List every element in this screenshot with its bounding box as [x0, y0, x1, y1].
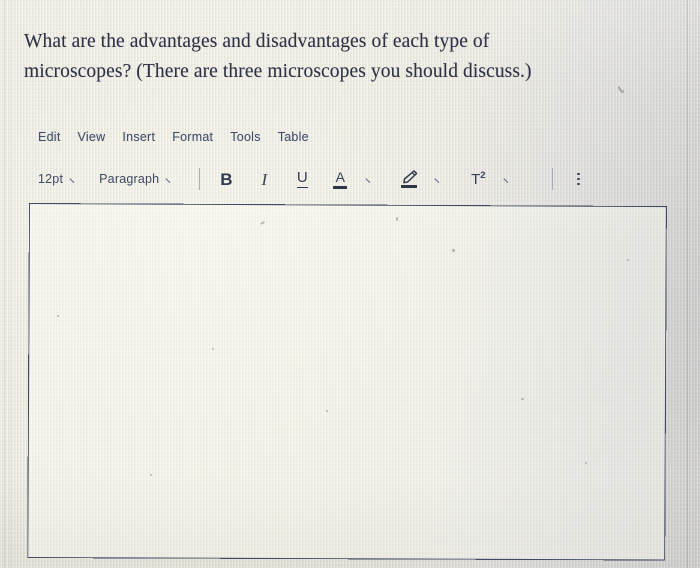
superscript-dropdown[interactable]: [498, 167, 520, 191]
highlight-pen-icon: [401, 170, 418, 189]
photographed-screen: What are the advantages and disadvantage…: [0, 0, 700, 568]
bold-icon: B: [220, 169, 233, 189]
menu-item-tools[interactable]: Tools: [230, 130, 260, 144]
chevron-down-icon: [505, 175, 514, 184]
font-size-dropdown[interactable]: 12pt: [38, 172, 79, 186]
font-size-value: 12pt: [38, 172, 64, 186]
pen-glyph: [401, 170, 418, 184]
superscript-exponent: 2: [480, 170, 486, 181]
kebab-dot: [577, 182, 580, 186]
underline-button[interactable]: U: [291, 167, 313, 191]
text-color-letter: A: [335, 168, 345, 185]
block-format-value: Paragraph: [99, 172, 160, 186]
superscript-icon: T2: [471, 171, 485, 187]
more-options-button[interactable]: [567, 167, 589, 191]
menu-item-view[interactable]: View: [78, 130, 106, 144]
toolbar-divider-2: [552, 168, 554, 190]
text-color-icon: A: [333, 168, 348, 189]
question-line-1: What are the advantages and disadvantage…: [24, 31, 490, 52]
chevron-down-icon: [436, 175, 445, 184]
superscript-base: T: [471, 171, 481, 188]
menu-item-edit[interactable]: Edit: [38, 130, 61, 144]
italic-button[interactable]: I: [253, 167, 275, 191]
rich-text-editor-body[interactable]: [27, 203, 667, 561]
highlight-color-button[interactable]: [398, 167, 420, 191]
kebab-menu-icon: [577, 172, 580, 186]
kebab-dot: [577, 177, 580, 181]
chevron-down-icon: [70, 175, 79, 184]
bold-button[interactable]: B: [215, 167, 237, 191]
highlight-color-swatch: [401, 184, 418, 189]
chevron-down-icon: [166, 175, 175, 184]
kebab-dot: [577, 172, 580, 176]
italic-icon: I: [261, 169, 268, 189]
underline-icon: U: [296, 169, 308, 188]
editor-application: What are the advantages and disadvantage…: [0, 0, 700, 568]
menu-item-insert[interactable]: Insert: [122, 130, 155, 144]
question-prompt: What are the advantages and disadvantage…: [24, 27, 644, 86]
chevron-down-icon: [367, 175, 376, 184]
highlight-color-dropdown[interactable]: [429, 167, 451, 191]
question-line-2: microscopes? (There are three microscope…: [24, 61, 532, 82]
menubar: Edit View Insert Format Tools Table: [38, 127, 309, 147]
superscript-button[interactable]: T2: [467, 167, 489, 191]
block-format-dropdown[interactable]: Paragraph: [99, 172, 175, 186]
text-color-swatch: [333, 185, 348, 189]
formatting-toolbar: 12pt Paragraph B I U A T2: [38, 166, 589, 192]
text-color-button[interactable]: A: [329, 167, 351, 191]
menu-item-table[interactable]: Table: [278, 130, 309, 144]
text-color-dropdown[interactable]: [360, 167, 382, 191]
toolbar-divider-1: [199, 168, 201, 190]
menu-item-format[interactable]: Format: [172, 130, 213, 144]
